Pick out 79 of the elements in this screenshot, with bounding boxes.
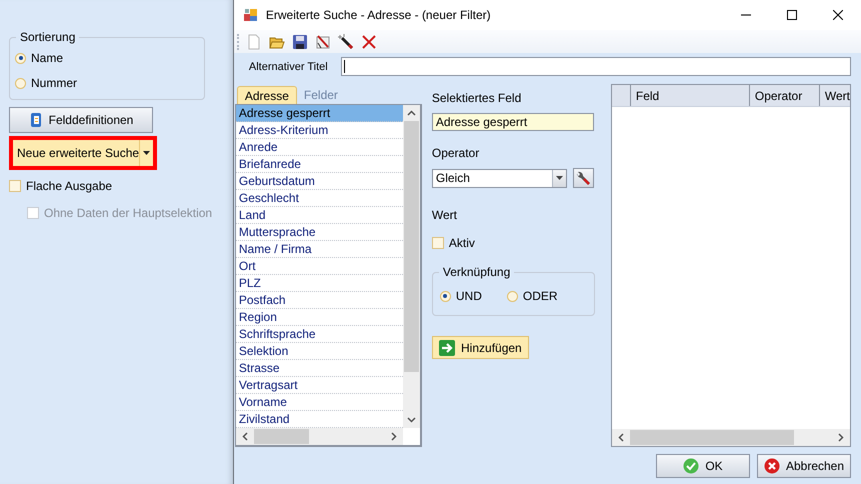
- list-item[interactable]: Vertragsart: [236, 377, 403, 394]
- group-title: Verknüpfung: [438, 265, 514, 279]
- checkbox[interactable]: [432, 237, 444, 249]
- cross-icon: [764, 458, 780, 474]
- list-item[interactable]: Geschlecht: [236, 190, 403, 207]
- app-icon: [244, 8, 258, 22]
- add-button[interactable]: Hinzufügen: [432, 336, 529, 359]
- radio-button[interactable]: [15, 78, 26, 88]
- cancel-button[interactable]: Abbrechen: [757, 454, 851, 478]
- list-item[interactable]: Region: [236, 309, 403, 326]
- scroll-thumb[interactable]: [630, 430, 794, 445]
- new-search-split-button[interactable]: Neue erweiterte Suche: [9, 136, 157, 170]
- field-label: Operator: [432, 146, 480, 160]
- brush-icon: [315, 34, 332, 50]
- scroll-down-icon: [406, 417, 416, 423]
- radio-button[interactable]: [440, 290, 451, 302]
- magic-wand-icon: [338, 34, 354, 50]
- document-icon: [246, 34, 262, 50]
- radio-label: UND: [456, 289, 482, 303]
- list-item[interactable]: Ort: [236, 258, 403, 275]
- scroll-right-icon: [838, 433, 844, 442]
- scroll-right-icon: [390, 432, 397, 441]
- field-definitions-button[interactable]: Felddefinitionen: [9, 107, 153, 133]
- arrow-right-icon: [439, 340, 456, 356]
- list-item[interactable]: Strasse: [236, 360, 403, 377]
- wrench-button[interactable]: [572, 168, 594, 188]
- window-title: Erweiterte Suche - Adresse - (neuer Filter): [266, 8, 491, 22]
- cross-icon: [361, 34, 378, 50]
- tab[interactable]: Adresse: [236, 86, 297, 104]
- list-item[interactable]: Schriftsprache: [236, 326, 403, 343]
- maximize-icon: [787, 10, 797, 20]
- list-item[interactable]: Anrede: [236, 139, 403, 156]
- book-icon: [28, 112, 43, 128]
- column-header[interactable]: Operator: [750, 85, 820, 106]
- checkbox[interactable]: [9, 180, 21, 192]
- save-button[interactable]: [290, 32, 310, 51]
- wand-button[interactable]: [336, 32, 356, 51]
- scroll-thumb[interactable]: [404, 121, 419, 372]
- field-label: Selektiertes Feld: [432, 91, 522, 105]
- radio-button[interactable]: [506, 290, 518, 302]
- field-label: Wert: [432, 208, 457, 222]
- wrench-icon: [575, 170, 592, 186]
- radio-label: ODER: [522, 289, 558, 303]
- caret-icon: [143, 151, 150, 155]
- list-item[interactable]: Name / Firma: [236, 241, 403, 258]
- list-item[interactable]: Geburtsdatum: [236, 173, 403, 190]
- field-label: Alternativer Titel: [248, 60, 329, 72]
- list-item[interactable]: Adresse gesperrt: [236, 105, 403, 122]
- close-icon: [833, 10, 843, 20]
- scroll-left-icon: [618, 433, 624, 442]
- list-item[interactable]: Adress-Kriterium: [236, 122, 403, 139]
- list-item[interactable]: Briefanrede: [236, 156, 403, 173]
- list-item[interactable]: Vorname: [236, 394, 403, 411]
- list-item[interactable]: Postfach: [236, 292, 403, 309]
- group-title: Sortierung: [16, 30, 80, 44]
- radio-button[interactable]: [15, 52, 26, 64]
- scroll-left-icon: [242, 432, 248, 441]
- radio-label: Name: [31, 51, 64, 65]
- column-header[interactable]: Wert: [820, 85, 850, 106]
- checkbox-label: Aktiv: [448, 236, 475, 250]
- horizontal-scrollbar[interactable]: [236, 428, 403, 445]
- column-header[interactable]: Feld: [630, 85, 750, 106]
- caret-icon: [556, 176, 563, 180]
- horizontal-scrollbar[interactable]: [612, 429, 850, 446]
- alternative-title-field[interactable]: [340, 57, 851, 76]
- scroll-thumb[interactable]: [254, 429, 309, 444]
- list-item[interactable]: Selektion: [236, 343, 403, 360]
- checkbox-label: Flache Ausgabe: [26, 179, 112, 193]
- list-item[interactable]: Muttersprache: [236, 224, 403, 241]
- checkmark-icon: [683, 458, 700, 474]
- selected-field[interactable]: Adresse gesperrt: [432, 113, 594, 131]
- ok-button[interactable]: OK: [656, 454, 750, 478]
- operator-dropdown[interactable]: Gleich: [432, 168, 567, 188]
- vertical-scrollbar[interactable]: [402, 105, 420, 428]
- scroll-up-icon: [406, 110, 416, 116]
- checkbox-label: Ohne Daten der Hauptselektion: [44, 206, 212, 220]
- list-item[interactable]: PLZ: [236, 275, 403, 292]
- radio-label: Nummer: [31, 76, 78, 90]
- list-item[interactable]: Land: [236, 207, 403, 224]
